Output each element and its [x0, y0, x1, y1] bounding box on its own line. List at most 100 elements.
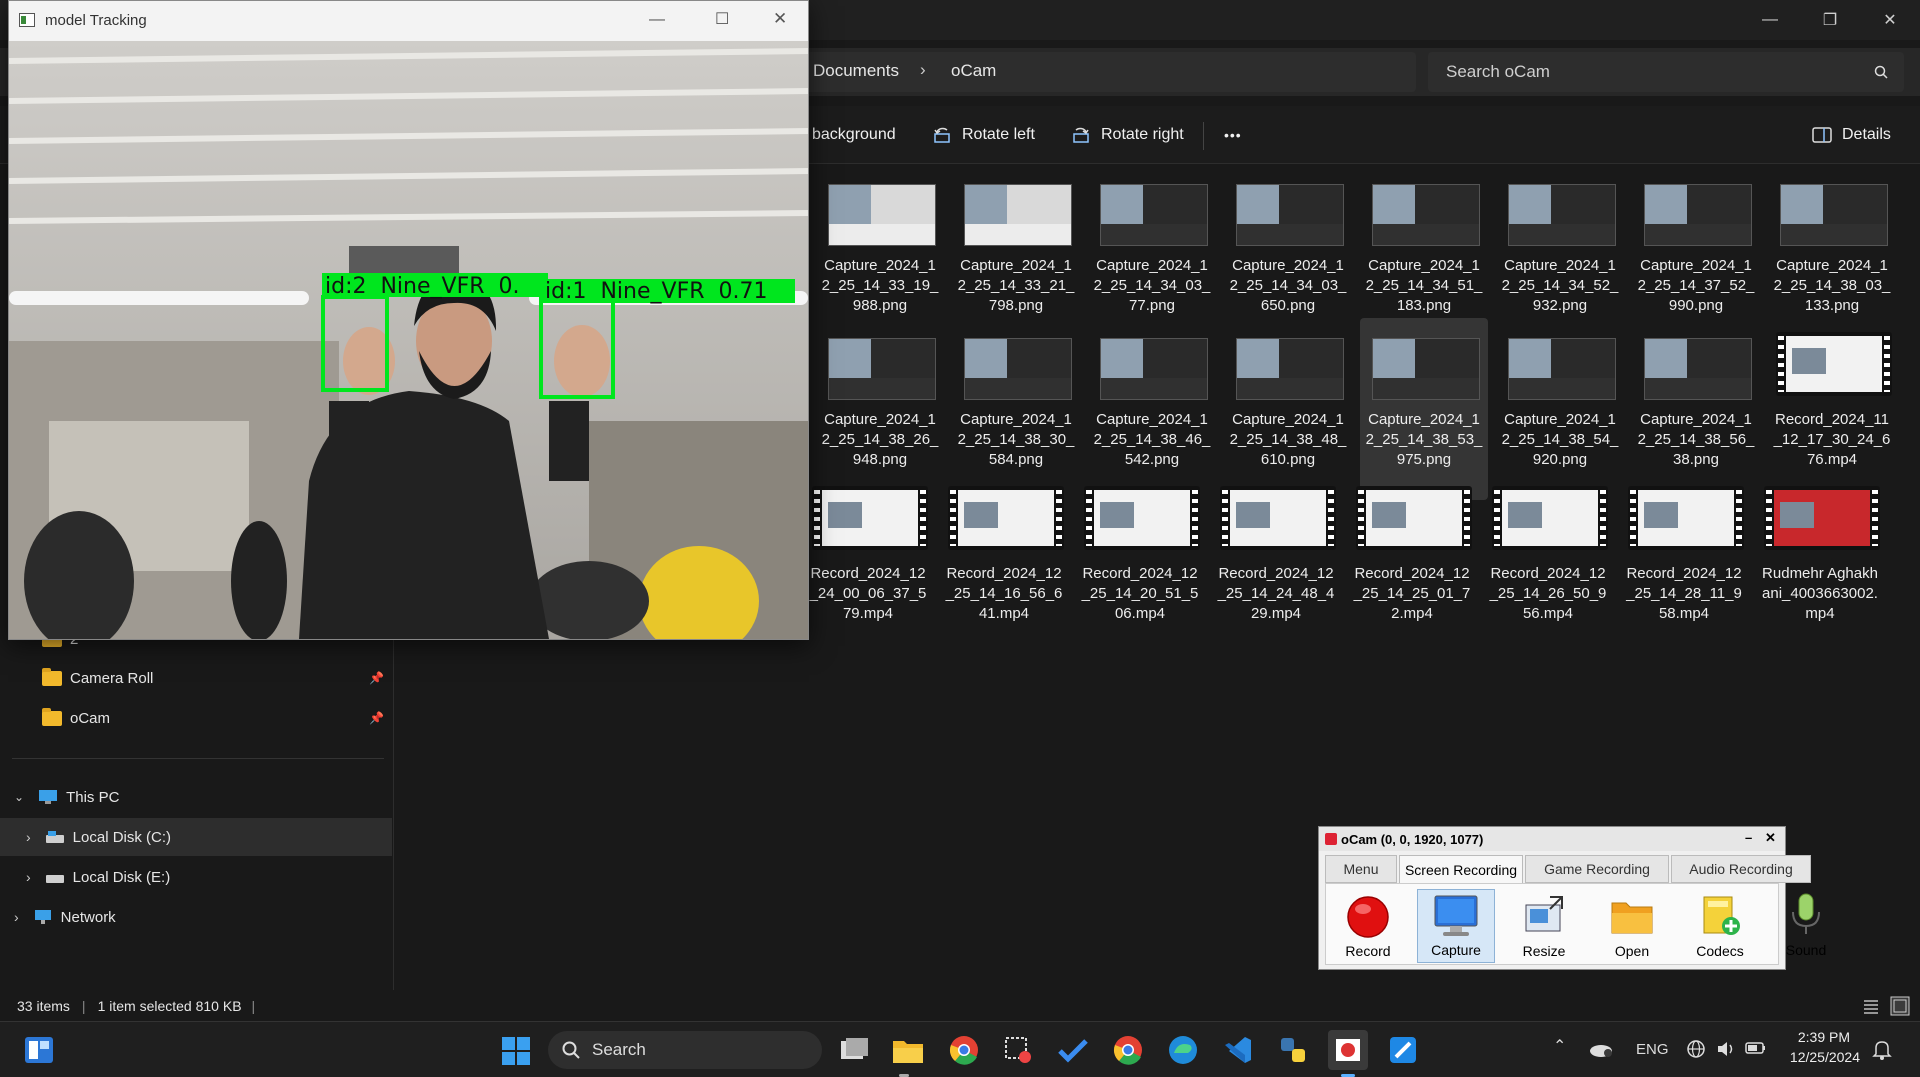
onedrive-icon[interactable] — [1588, 1040, 1614, 1058]
close-button[interactable]: ✕ — [1860, 0, 1920, 40]
file-tile[interactable]: Record_2024_12_25_14_20_51_506.mp4 — [1076, 472, 1204, 654]
vscode-icon[interactable] — [1220, 1032, 1256, 1068]
open-button[interactable]: Open — [1593, 889, 1671, 963]
codecs-label: Codecs — [1696, 943, 1744, 959]
sound-label: Sound — [1785, 942, 1827, 958]
image-thumbnail — [1100, 338, 1208, 400]
folder-icon — [42, 707, 62, 726]
widgets-icon[interactable] — [24, 1036, 54, 1064]
snipping-tool-icon[interactable] — [1000, 1032, 1036, 1068]
file-name: Capture_2024_12_25_14_34_52_932.png — [1501, 257, 1619, 314]
clock-time[interactable]: 2:39 PM — [1790, 1029, 1850, 1045]
volume-icon[interactable] — [1716, 1040, 1736, 1058]
video-thumbnail — [812, 486, 928, 550]
maximize-button[interactable]: ☐ — [715, 9, 729, 29]
python-icon[interactable] — [1275, 1032, 1311, 1068]
task-view-icon[interactable] — [836, 1032, 872, 1068]
minimize-button[interactable]: – — [1745, 830, 1752, 845]
notification-bell-icon[interactable] — [1872, 1039, 1892, 1061]
resize-button[interactable]: Resize — [1505, 889, 1583, 963]
rotate-left-label: Rotate left — [962, 126, 1035, 143]
tab-audio-recording[interactable]: Audio Recording — [1671, 855, 1811, 883]
close-button[interactable]: ✕ — [1765, 830, 1776, 846]
file-tile[interactable]: Record_2024_12_25_14_24_48_429.mp4 — [1212, 472, 1340, 654]
rotate-right-button[interactable]: Rotate right — [1071, 106, 1184, 164]
tab-game-recording[interactable]: Game Recording — [1525, 855, 1669, 883]
drive-icon — [45, 831, 64, 843]
folder-icon — [42, 667, 62, 686]
file-tile[interactable]: Record_2024_12_25_14_16_56_641.mp4 — [940, 472, 1068, 654]
taskbar-search-label: Search — [592, 1040, 646, 1059]
image-thumbnail — [1372, 184, 1480, 246]
clock-date[interactable]: 12/25/2024 — [1776, 1049, 1860, 1065]
record-label: Record — [1345, 943, 1391, 959]
ocam-app-icon — [1325, 833, 1337, 845]
details-pane-icon — [1812, 127, 1832, 143]
search-input[interactable]: Search oCam — [1428, 52, 1904, 92]
details-label: Details — [1842, 126, 1891, 143]
open-folder-icon — [1611, 902, 1653, 934]
nav-item-network[interactable]: › Network — [0, 898, 392, 936]
breadcrumb-documents[interactable]: Documents — [813, 61, 899, 81]
file-tile[interactable]: Record_2024_12_25_14_28_11_958.mp4 — [1620, 472, 1748, 654]
open-label: Open — [1614, 943, 1650, 959]
file-name: Capture_2024_12_25_14_37_52_990.png — [1637, 257, 1755, 314]
toolbar-divider — [1203, 122, 1204, 150]
chevron-up-icon[interactable]: ⌃ — [1553, 1036, 1566, 1056]
nav-item-camera-roll[interactable]: Camera Roll 📌 — [0, 659, 392, 697]
file-tile[interactable]: Record_2024_12_24_00_06_37_579.mp4 — [804, 472, 932, 654]
minimize-button[interactable]: — — [649, 11, 665, 29]
rotate-left-button[interactable]: Rotate left — [932, 106, 1035, 164]
paint-icon[interactable] — [1385, 1032, 1421, 1068]
nav-item-this-pc[interactable]: ⌄ This PC — [0, 778, 392, 816]
minimize-button[interactable]: — — [1740, 0, 1800, 40]
taskbar-search[interactable]: Search — [548, 1031, 822, 1069]
battery-icon[interactable] — [1745, 1040, 1767, 1056]
sound-button[interactable]: Sound — [1767, 888, 1845, 962]
ocam-taskbar-icon[interactable] — [1328, 1030, 1368, 1070]
ocam-titlebar[interactable]: oCam (0, 0, 1920, 1077) – ✕ — [1319, 827, 1785, 851]
nav-item-local-disk-c[interactable]: › Local Disk (C:) — [0, 818, 392, 856]
codecs-button[interactable]: Codecs — [1681, 889, 1759, 963]
globe-icon[interactable] — [1686, 1039, 1706, 1059]
chrome-icon-2[interactable] — [1110, 1032, 1146, 1068]
camera-frame-image — [9, 41, 808, 639]
details-button[interactable]: Details — [1812, 106, 1891, 164]
tracking-titlebar[interactable]: model Tracking — ☐ ✕ — [9, 1, 808, 41]
ocam-window[interactable]: oCam (0, 0, 1920, 1077) – ✕ Menu Screen … — [1318, 826, 1811, 970]
language-indicator[interactable]: ENG — [1636, 1041, 1669, 1058]
video-thumbnail — [1492, 486, 1608, 550]
chevron-down-icon[interactable]: ⌄ — [14, 790, 24, 804]
file-tile[interactable]: Record_2024_12_25_14_25_01_72.mp4 — [1348, 472, 1476, 654]
breadcrumb-ocam[interactable]: oCam — [951, 61, 996, 81]
chrome-icon[interactable] — [946, 1032, 982, 1068]
search-icon[interactable] — [1874, 65, 1888, 79]
capture-button[interactable]: Capture — [1417, 889, 1495, 963]
close-button[interactable]: ✕ — [773, 9, 787, 29]
nav-item-local-disk-e[interactable]: › Local Disk (E:) — [0, 858, 392, 896]
file-tile[interactable]: Rudmehr Aghakhani_4003663002.mp4 — [1756, 472, 1884, 654]
set-background-button[interactable]: background — [812, 106, 896, 164]
restore-button[interactable]: ❐ — [1800, 0, 1860, 40]
tab-menu[interactable]: Menu — [1325, 855, 1397, 883]
more-options-button[interactable]: ••• — [1224, 106, 1242, 164]
large-icons-view-icon[interactable] — [1890, 996, 1910, 1016]
nav-item-ocam[interactable]: oCam 📌 — [0, 699, 392, 737]
chevron-right-icon[interactable]: › — [26, 829, 31, 845]
chevron-right-icon[interactable]: › — [26, 869, 31, 885]
file-tile[interactable]: Record_2024_12_25_14_26_50_956.mp4 — [1484, 472, 1612, 654]
image-thumbnail — [964, 184, 1072, 246]
edge-icon[interactable] — [1165, 1032, 1201, 1068]
windows-start-icon[interactable] — [502, 1037, 530, 1065]
codecs-icon — [1703, 896, 1740, 935]
video-thumbnail — [1776, 332, 1892, 396]
computer-icon — [39, 790, 58, 804]
file-name: Record_2024_11_12_17_30_24_676.mp4 — [1773, 411, 1891, 468]
record-button[interactable]: Record — [1329, 889, 1407, 963]
chevron-right-icon[interactable]: › — [14, 909, 19, 925]
model-tracking-window[interactable]: model Tracking — ☐ ✕ id:2 Nine_VFR 0. id… — [8, 0, 809, 640]
todo-icon[interactable] — [1055, 1032, 1091, 1068]
file-explorer-icon[interactable] — [890, 1032, 926, 1068]
tab-screen-recording[interactable]: Screen Recording — [1399, 855, 1523, 883]
details-view-icon[interactable] — [1862, 998, 1880, 1014]
